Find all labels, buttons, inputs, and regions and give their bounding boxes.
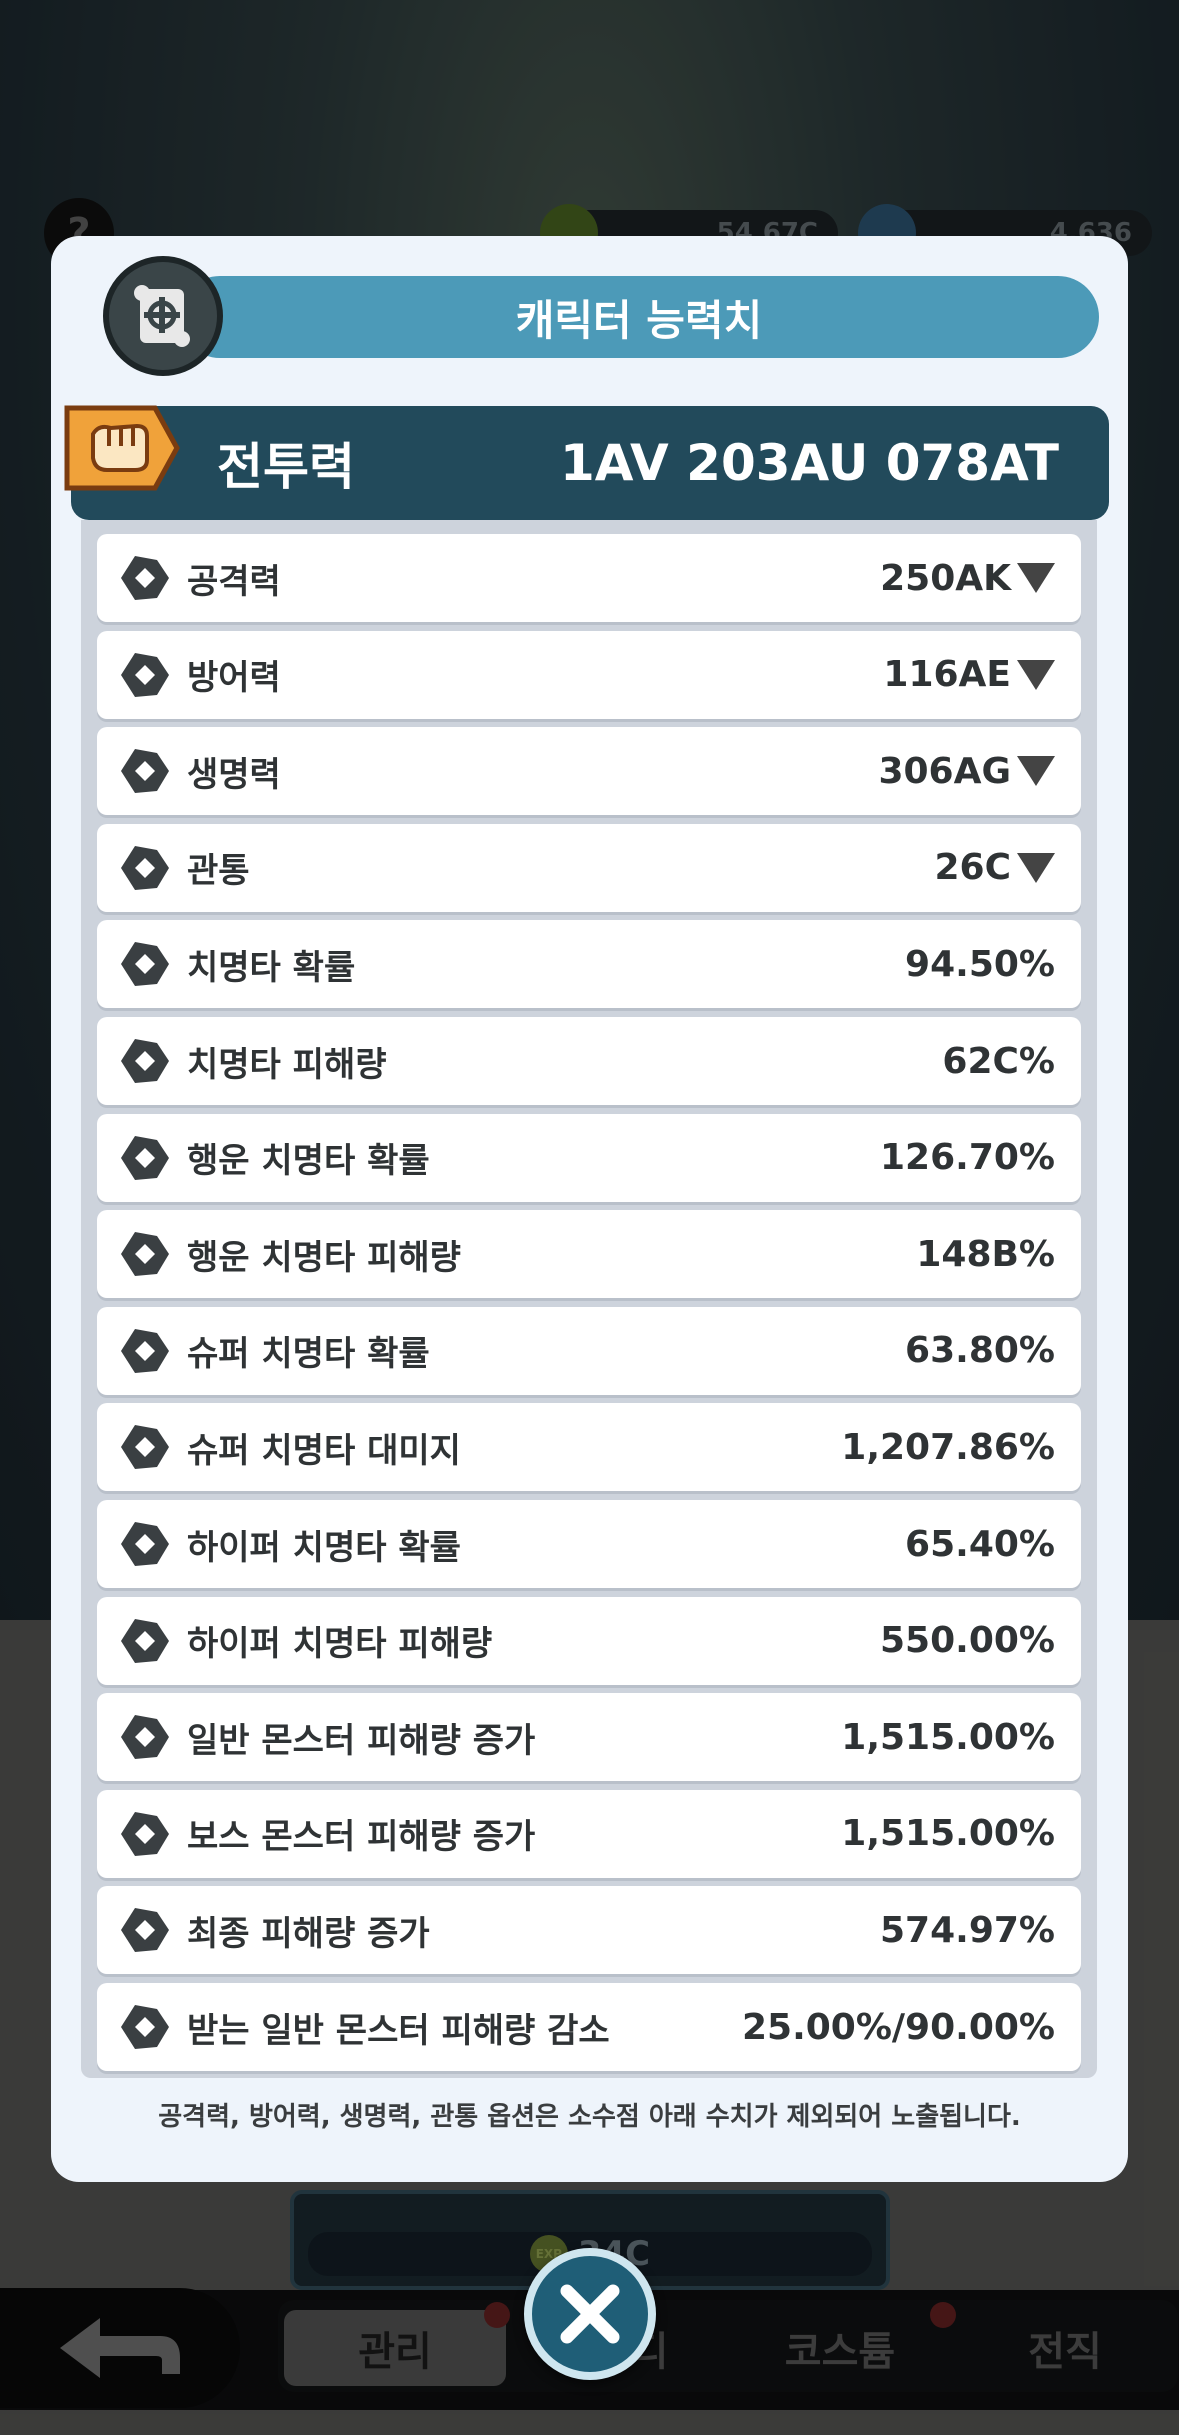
- stat-label: 행운 치명타 확률: [187, 1141, 430, 1182]
- stats-footnote: 공격력, 방어력, 생명력, 관통 옵션은 소수점 아래 수치가 제외되어 노출…: [158, 2102, 1021, 2132]
- stat-value: 126.70%: [880, 1137, 1055, 1179]
- damage-taken-reduction-icon: [121, 2005, 169, 2049]
- combat-power-label: 전투력: [217, 438, 355, 496]
- stat-row: 일반 몬스터 피해량 증가 1,515.00%: [97, 1693, 1081, 1782]
- character-stats-modal: 캐릭터 능력치 전투력 1AV 203AU 078AT 공격력 250AK 방어력 1…: [51, 236, 1128, 2182]
- stat-label: 슈퍼 치명타 확률: [187, 1334, 430, 1375]
- final-damage-icon: [121, 1908, 169, 1953]
- crit-damage-icon: [121, 1039, 169, 1083]
- health-icon: [121, 749, 169, 794]
- stat-value-wrap[interactable]: 250AK: [880, 534, 1055, 622]
- stat-value: 306AG: [878, 750, 1011, 792]
- stat-row: 관통 26C: [97, 823, 1081, 912]
- fist-icon: [64, 405, 180, 491]
- stat-row: 슈퍼 치명타 확률 63.80%: [97, 1306, 1081, 1395]
- stat-value: 65.40%: [905, 1523, 1055, 1565]
- stat-value: 250AK: [880, 557, 1011, 599]
- close-button[interactable]: [524, 2248, 656, 2380]
- hyper-crit-chance-icon: [121, 1522, 169, 1566]
- stat-value: 94.50%: [905, 943, 1055, 985]
- close-icon: [560, 2284, 620, 2344]
- stat-value: 1,207.86%: [841, 1426, 1055, 1468]
- boss-monster-damage-icon: [121, 1811, 169, 1856]
- stat-value-wrap: 1,515.00%: [841, 1693, 1055, 1781]
- stat-value: 26C: [934, 847, 1011, 889]
- dropdown-arrow-icon[interactable]: [1017, 563, 1055, 593]
- stat-row: 보스 몬스터 피해량 증가 1,515.00%: [97, 1789, 1081, 1878]
- stat-value-wrap: 1,515.00%: [841, 1790, 1055, 1878]
- stat-value-wrap: 63.80%: [905, 1307, 1055, 1395]
- scroll-icon: [103, 256, 223, 376]
- normal-monster-damage-icon: [121, 1715, 169, 1760]
- stat-label: 공격력: [187, 561, 281, 602]
- stat-row: 슈퍼 치명타 대미지 1,207.86%: [97, 1403, 1081, 1492]
- combat-power-value: 1AV 203AU 078AT: [559, 434, 1059, 492]
- stat-label: 행운 치명타 피해량: [187, 1237, 461, 1278]
- stat-value: 574.97%: [880, 1909, 1055, 1951]
- stat-row: 최종 피해량 증가 574.97%: [97, 1886, 1081, 1975]
- stat-value-wrap[interactable]: 26C: [934, 824, 1055, 912]
- stat-value-wrap: 126.70%: [880, 1114, 1055, 1202]
- dropdown-arrow-icon[interactable]: [1017, 756, 1055, 787]
- stat-label: 방어력: [187, 658, 281, 699]
- stat-label: 치명타 피해량: [187, 1044, 387, 1085]
- hyper-crit-damage-icon: [121, 1618, 169, 1663]
- lucky-crit-chance-icon: [121, 1135, 169, 1180]
- stat-value: 63.80%: [905, 1330, 1055, 1372]
- stat-value: 1,515.00%: [841, 1813, 1055, 1855]
- stat-value-wrap[interactable]: 116AE: [883, 631, 1055, 719]
- stat-value: 25.00%/90.00%: [741, 2006, 1055, 2048]
- stat-value-wrap: 1,207.86%: [841, 1403, 1055, 1491]
- stat-value-wrap: 94.50%: [905, 920, 1055, 1008]
- stat-row: 행운 치명타 확률 126.70%: [97, 1113, 1081, 1202]
- stat-label: 최종 피해량 증가: [187, 1913, 430, 1954]
- stat-row: 하이퍼 치명타 확률 65.40%: [97, 1500, 1081, 1588]
- stat-label: 보스 몬스터 피해량 증가: [187, 1817, 536, 1858]
- modal-title-bar: 캐릭터 능력치: [179, 276, 1099, 358]
- stats-list: 공격력 250AK 방어력 116AE 생명력 306AG 관통 26C 치명타 확률 94.50…: [81, 520, 1097, 2078]
- stat-label: 치명타 확률: [187, 947, 356, 988]
- attack-icon: [121, 556, 169, 600]
- stat-row: 행운 치명타 피해량 148B%: [97, 1210, 1081, 1299]
- stat-value: 116AE: [883, 654, 1011, 696]
- stat-row: 생명력 306AG: [97, 727, 1081, 816]
- penetration-icon: [121, 845, 169, 890]
- stat-label: 하이퍼 치명타 확률: [187, 1527, 461, 1568]
- defense-icon: [121, 652, 169, 697]
- stat-value-wrap: 550.00%: [880, 1597, 1055, 1685]
- stat-label: 하이퍼 치명타 피해량: [187, 1624, 493, 1665]
- stat-value-wrap: 148B%: [916, 1210, 1055, 1298]
- stat-value-wrap: 65.40%: [905, 1500, 1055, 1588]
- super-crit-chance-icon: [121, 1328, 169, 1373]
- combat-power-bar: 전투력 1AV 203AU 078AT: [64, 405, 1109, 520]
- stat-label: 받는 일반 몬스터 피해량 감소: [187, 2010, 610, 2051]
- stat-value-wrap: 25.00%/90.00%: [742, 1983, 1055, 2071]
- stat-row: 치명타 피해량 62C%: [97, 1017, 1081, 1105]
- stat-value-wrap: 62C%: [942, 1017, 1055, 1105]
- stat-value: 148B%: [916, 1233, 1055, 1275]
- stat-label: 일반 몬스터 피해량 증가: [187, 1720, 536, 1761]
- modal-title: 캐릭터 능력치: [515, 295, 763, 345]
- stat-value-wrap: 574.97%: [880, 1886, 1055, 1974]
- dropdown-arrow-icon[interactable]: [1017, 659, 1055, 690]
- stat-row: 치명타 확률 94.50%: [97, 920, 1081, 1009]
- stat-label: 관통: [187, 851, 250, 892]
- stat-value: 62C%: [942, 1040, 1055, 1082]
- stat-label: 생명력: [187, 754, 281, 795]
- stat-row: 하이퍼 치명타 피해량 550.00%: [97, 1596, 1081, 1685]
- stat-row: 방어력 116AE: [97, 630, 1081, 719]
- super-crit-damage-icon: [121, 1425, 169, 1470]
- stat-row: 공격력 250AK: [97, 534, 1081, 622]
- lucky-crit-damage-icon: [121, 1232, 169, 1277]
- crit-chance-icon: [121, 942, 169, 987]
- stat-value: 1,515.00%: [841, 1716, 1055, 1758]
- stat-value: 550.00%: [880, 1620, 1055, 1662]
- stat-row: 받는 일반 몬스터 피해량 감소 25.00%/90.00%: [97, 1983, 1081, 2071]
- stat-value-wrap[interactable]: 306AG: [878, 727, 1055, 815]
- stat-label: 슈퍼 치명타 대미지: [187, 1430, 461, 1471]
- dropdown-arrow-icon[interactable]: [1017, 852, 1055, 883]
